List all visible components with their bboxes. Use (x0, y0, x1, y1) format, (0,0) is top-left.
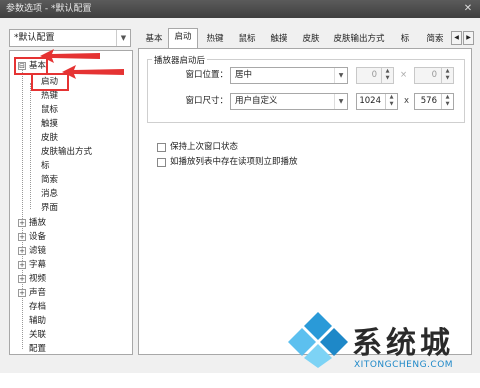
tree-item-label: 皮肤输出方式 (41, 147, 93, 157)
tree-item-label: 关联 (29, 330, 47, 340)
tree-item-label: 声音 (29, 288, 47, 298)
size-separator: x (404, 96, 410, 106)
tree-item-label: 消息 (41, 189, 59, 199)
tree-item-interface[interactable]: 界面 (41, 202, 58, 214)
tree-item-label: 设备 (29, 232, 47, 242)
tree-item-skin-output[interactable]: 皮肤输出方式 (41, 146, 92, 158)
expand-icon[interactable]: + (18, 261, 26, 269)
expand-icon[interactable]: + (18, 275, 26, 283)
tree-item-archive[interactable]: 存档 (29, 301, 46, 313)
tree-item-skin[interactable]: 皮肤 (41, 132, 58, 144)
window-size-select[interactable]: 用户自定义 ▼ (230, 93, 348, 110)
red-arrow-icon (40, 49, 100, 63)
window-size-value: 用户自定义 (235, 96, 278, 106)
position-y-field[interactable]: 0 ▲ ▼ (414, 67, 454, 84)
expand-icon[interactable]: + (18, 233, 26, 241)
tree-item-label: 辅助 (29, 316, 47, 326)
watermark-site: XITONGCHENG.COM (354, 360, 454, 370)
spinner-arrows-icon: ▲ ▼ (441, 68, 453, 83)
tree-item-label: 配置 (29, 344, 47, 354)
chevron-down-icon: ▼ (116, 30, 130, 46)
startup-group: 播放器启动后 窗口位置： 居中 ▼ 0 ▲ ▼ × 0 ▲ ▼ 窗口尺寸： 用户自定… (147, 54, 465, 123)
watermark-logo-icon (288, 312, 348, 368)
tree-line (30, 83, 31, 209)
tree-item-label: 触摸 (41, 119, 59, 129)
height-value: 576 (420, 96, 437, 106)
expand-icon[interactable]: + (18, 289, 26, 297)
tab-scroll-right-button[interactable]: ▶ (463, 31, 474, 45)
playlist-autoplay-checkbox[interactable]: 如播放列表中存在读项则立即播放 (157, 157, 298, 168)
close-button[interactable]: ✕ (462, 3, 474, 15)
tab-mark[interactable]: 标 (392, 30, 418, 48)
checkbox-label: 保持上次窗口状态 (170, 142, 239, 152)
tree-item-messages[interactable]: 消息 (41, 188, 58, 200)
checkbox-label: 如播放列表中存在读项则立即播放 (170, 157, 298, 167)
window-position-label: 窗口位置： (185, 70, 228, 80)
watermark-brand: 系统城 (352, 326, 454, 361)
options-tree: ⊟ 基本 启动 热键 鼠标 触摸 皮肤 皮肤输出方式 标 简索 消息 界面 + … (9, 50, 133, 355)
width-value: 1024 (359, 96, 381, 106)
tree-item-hotkeys[interactable]: 热键 (41, 90, 58, 102)
tab-strip: 基本 启动 热键 鼠标 触摸 皮肤 皮肤输出方式 标 简索 ◀ ▶ (138, 28, 476, 49)
spinner-arrows-icon: ▲ ▼ (385, 94, 397, 109)
tree-item-label: 字幕 (29, 260, 47, 270)
tree-line (22, 67, 23, 349)
spinner-arrows-icon: ▲ ▼ (381, 68, 393, 83)
tree-item-assist[interactable]: 辅助 (29, 315, 46, 327)
profile-select[interactable]: *默认配置 ▼ (9, 29, 131, 47)
width-field[interactable]: 1024 ▲ ▼ (356, 93, 398, 110)
tree-item-label: 存档 (29, 302, 47, 312)
window-position-value: 居中 (235, 70, 253, 80)
tree-item-label: 简索 (41, 175, 59, 185)
tree-item-label: 皮肤 (41, 133, 59, 143)
tree-item-label: 播放 (29, 218, 47, 228)
tree-item-config[interactable]: 配置 (29, 343, 47, 354)
tree-item-label: 热键 (41, 91, 59, 101)
position-x-value: 0 (371, 70, 377, 80)
window-size-label: 窗口尺寸： (185, 96, 228, 106)
position-y-value: 0 (431, 70, 437, 80)
spinner-arrows-icon: ▲ ▼ (441, 94, 453, 109)
tab-search[interactable]: 简索 (420, 30, 450, 48)
window-position-select[interactable]: 居中 ▼ (230, 67, 348, 84)
tree-item-label: 鼠标 (41, 105, 59, 115)
tree-item-label: 滤镜 (29, 246, 47, 256)
expand-icon[interactable]: + (18, 219, 26, 227)
tab-skin[interactable]: 皮肤 (296, 30, 326, 48)
expand-icon[interactable]: + (18, 247, 26, 255)
watermark: 系统城 XITONGCHENG.COM (284, 306, 480, 388)
group-title: 播放器启动后 (152, 54, 208, 66)
tree-item-mouse[interactable]: 鼠标 (41, 104, 58, 116)
red-arrow-icon (62, 65, 124, 79)
tree-item-label: 界面 (41, 203, 59, 213)
tree-item-search[interactable]: 简索 (41, 174, 58, 186)
tab-touch[interactable]: 触摸 (264, 30, 294, 48)
tree-item-mark[interactable]: 标 (41, 160, 50, 172)
checkbox-box[interactable] (157, 158, 166, 167)
profile-select-value: *默认配置 (14, 33, 55, 43)
chevron-down-icon: ▼ (334, 68, 347, 83)
chevron-down-icon: ▼ (334, 94, 347, 109)
tab-startup[interactable]: 启动 (168, 28, 198, 49)
tab-scroll-left-button[interactable]: ◀ (451, 31, 462, 45)
keep-window-state-checkbox[interactable]: 保持上次窗口状态 (157, 142, 238, 153)
checkbox-box[interactable] (157, 143, 166, 152)
tab-hotkeys[interactable]: 热键 (200, 30, 230, 48)
window-title: 参数选项 - *默认配置 (6, 4, 92, 14)
tree-item-association[interactable]: 关联 (29, 329, 46, 341)
position-separator: × (400, 70, 408, 80)
tree-item-label: 标 (41, 161, 50, 171)
tab-skin-output[interactable]: 皮肤输出方式 (328, 30, 390, 48)
title-bar: 参数选项 - *默认配置 ✕ (0, 0, 480, 18)
height-field[interactable]: 576 ▲ ▼ (414, 93, 454, 110)
tab-basic[interactable]: 基本 (140, 30, 168, 48)
tab-mouse[interactable]: 鼠标 (232, 30, 262, 48)
tree-item-label: 视频 (29, 274, 47, 284)
position-x-field[interactable]: 0 ▲ ▼ (356, 67, 394, 84)
preferences-dialog: *默认配置 ▼ ⊟ 基本 启动 热键 鼠标 触摸 皮肤 皮肤输出方式 标 简索 … (0, 18, 480, 373)
tree-item-touch[interactable]: 触摸 (41, 118, 58, 130)
